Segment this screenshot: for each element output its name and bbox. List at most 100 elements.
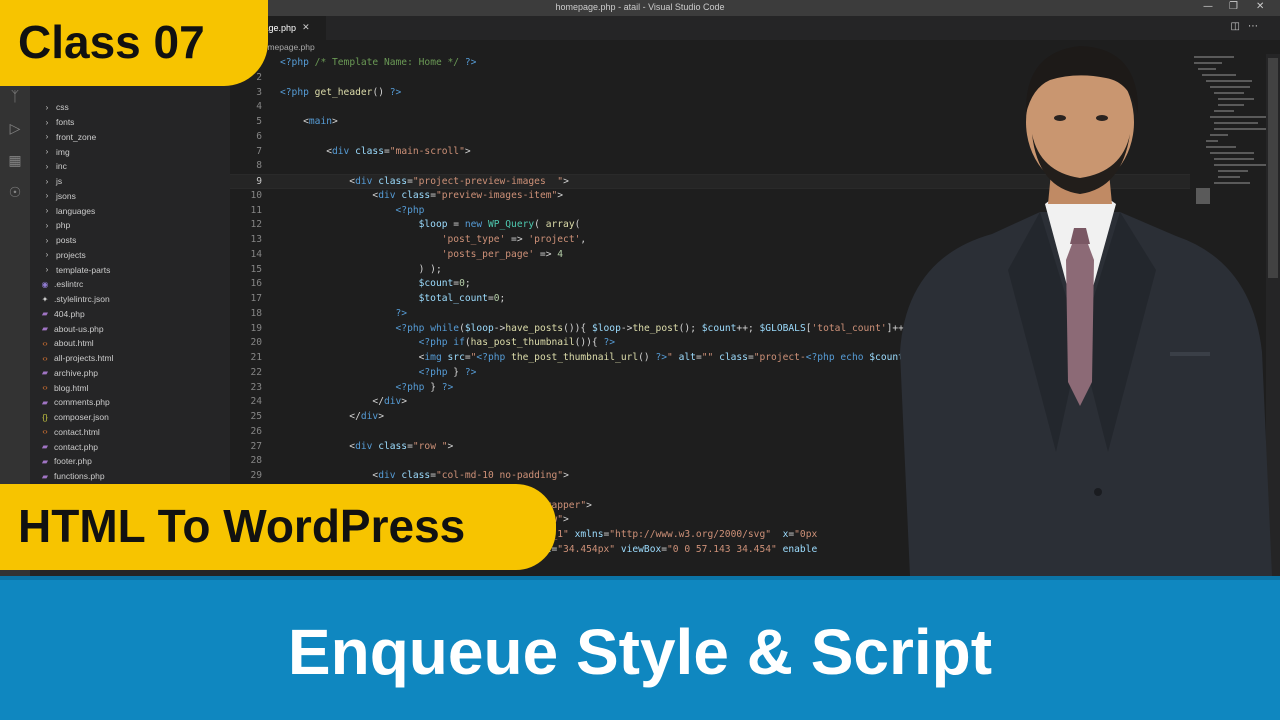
class-badge: Class 07: [0, 0, 268, 86]
chevron-right-icon: ›: [45, 176, 49, 186]
code-text: $total_count=0;: [418, 293, 506, 304]
file-item[interactable]: ‹› all-projects.html: [30, 351, 230, 366]
code-text: $count=0;: [418, 278, 471, 290]
line-number: 12: [250, 219, 262, 231]
php-file-icon: ▰: [41, 368, 49, 378]
file-item[interactable]: ‹› blog.html: [30, 380, 230, 395]
file-item[interactable]: ‹› about.html: [30, 336, 230, 351]
chevron-right-icon: ›: [45, 132, 49, 142]
tree-item-label: contact.html: [54, 426, 100, 437]
dot-file-icon: ◉: [41, 279, 49, 289]
file-item[interactable]: ‹› contact.html: [30, 425, 230, 440]
code-text: <img src="<?php the_post_thumbnail_url()…: [280, 352, 904, 363]
code-text: ) );: [280, 263, 442, 275]
line-number: 25: [250, 411, 262, 422]
chevron-right-icon: ›: [45, 161, 49, 171]
close-tab-icon[interactable]: ✕: [302, 23, 310, 33]
tree-item-label: projects: [56, 249, 86, 260]
folder-item[interactable]: › img: [30, 144, 230, 159]
course-badge: HTML To WordPress: [0, 484, 556, 570]
chevron-right-icon: ›: [45, 220, 49, 230]
line-number: 16: [250, 278, 262, 290]
chevron-right-icon: ›: [45, 265, 49, 275]
tree-item-label: posts: [56, 235, 77, 246]
code-text: <div class="preview-images-item">: [280, 189, 564, 201]
folder-item[interactable]: › front_zone: [30, 130, 230, 145]
line-number: 23: [250, 381, 262, 393]
code-text: <div class="col-md-10 no-padding">: [280, 470, 569, 481]
file-item[interactable]: ▰ functions.php: [30, 469, 230, 484]
php-file-icon: ▰: [41, 456, 49, 466]
minimize-icon[interactable]: —: [1203, 1, 1213, 12]
chevron-right-icon: ›: [45, 206, 49, 216]
line-number: 22: [250, 366, 262, 378]
restore-icon[interactable]: ❐: [1229, 1, 1238, 12]
chevron-right-icon: ›: [45, 191, 49, 201]
line-number: 3: [256, 86, 262, 98]
code-text: <?php: [395, 204, 425, 216]
code-text: <?php } ?>: [418, 366, 477, 378]
html-file-icon: ‹›: [42, 338, 48, 348]
code-text: <main>: [280, 116, 338, 127]
line-number: 18: [250, 307, 262, 319]
folder-item[interactable]: › projects: [30, 248, 230, 263]
debug-icon[interactable]: ▷: [6, 120, 24, 138]
source-control-icon[interactable]: ᛉ: [6, 88, 24, 106]
php-file-icon: ▰: [41, 471, 49, 481]
code-text: $loop = new WP_Query( array(: [418, 219, 581, 231]
folder-item[interactable]: › template-parts: [30, 262, 230, 277]
file-item[interactable]: ▰ footer.php: [30, 454, 230, 469]
php-file-icon: ▰: [41, 397, 49, 407]
folder-item[interactable]: › fonts: [30, 115, 230, 130]
line-number: 20: [250, 337, 262, 349]
line-number: 9: [256, 176, 262, 187]
code-text: <?php if(has_post_thumbnail()){ ?>: [418, 337, 616, 349]
line-number: 28: [250, 455, 262, 467]
tree-item-label: .stylelintrc.json: [54, 294, 110, 305]
line-number: 8: [256, 160, 262, 172]
file-item[interactable]: ▰ comments.php: [30, 395, 230, 410]
php-file-icon: ▰: [41, 324, 49, 334]
folder-item[interactable]: › js: [30, 174, 230, 189]
tree-item-label: archive.php: [54, 367, 98, 378]
close-window-icon[interactable]: ✕: [1256, 1, 1264, 12]
presenter-photo: [900, 46, 1272, 576]
remote-icon[interactable]: ☉: [6, 184, 24, 202]
tree-item-label: fonts: [56, 117, 75, 128]
tree-item-label: js: [56, 176, 63, 187]
folder-item[interactable]: › languages: [30, 203, 230, 218]
file-item[interactable]: ◉ .eslintrc: [30, 277, 230, 292]
file-item[interactable]: ✦ .stylelintrc.json: [30, 292, 230, 307]
folder-item[interactable]: › jsons: [30, 189, 230, 204]
line-number: 19: [250, 322, 262, 334]
tree-item-label: jsons: [56, 190, 76, 201]
code-text: <div class="row ">: [280, 440, 454, 452]
line-number: 14: [250, 248, 262, 260]
file-item[interactable]: ▰ archive.php: [30, 366, 230, 381]
file-item[interactable]: ▰ about-us.php: [30, 321, 230, 336]
code-text: <?php } ?>: [395, 381, 454, 393]
file-item[interactable]: ▰ 404.php: [30, 307, 230, 322]
extensions-icon[interactable]: ▦: [6, 152, 24, 170]
folder-item[interactable]: › inc: [30, 159, 230, 174]
html-file-icon: ‹›: [42, 427, 48, 437]
tree-item-label: composer.json: [54, 412, 109, 423]
line-number: 6: [256, 130, 262, 142]
tree-item-label: front_zone: [56, 131, 97, 142]
code-text: <?php while($loop->have_posts()){ $loop-…: [395, 322, 904, 334]
file-item[interactable]: {} composer.json: [30, 410, 230, 425]
tree-item-label: template-parts: [56, 264, 111, 275]
file-item[interactable]: ▰ contact.php: [30, 439, 230, 454]
chevron-right-icon: ›: [45, 250, 49, 260]
tree-item-label: inc: [56, 161, 67, 172]
topic-banner: Enqueue Style & Script: [0, 576, 1280, 720]
tree-item-label: comments.php: [54, 397, 110, 408]
topic-label: Enqueue Style & Script: [287, 616, 993, 688]
html-file-icon: ‹›: [42, 353, 48, 363]
tree-item-label: css: [56, 102, 69, 113]
folder-item[interactable]: › posts: [30, 233, 230, 248]
folder-item[interactable]: › css: [30, 100, 230, 115]
star-file-icon: ✦: [41, 294, 49, 304]
tree-item-label: img: [56, 146, 70, 157]
folder-item[interactable]: › php: [30, 218, 230, 233]
